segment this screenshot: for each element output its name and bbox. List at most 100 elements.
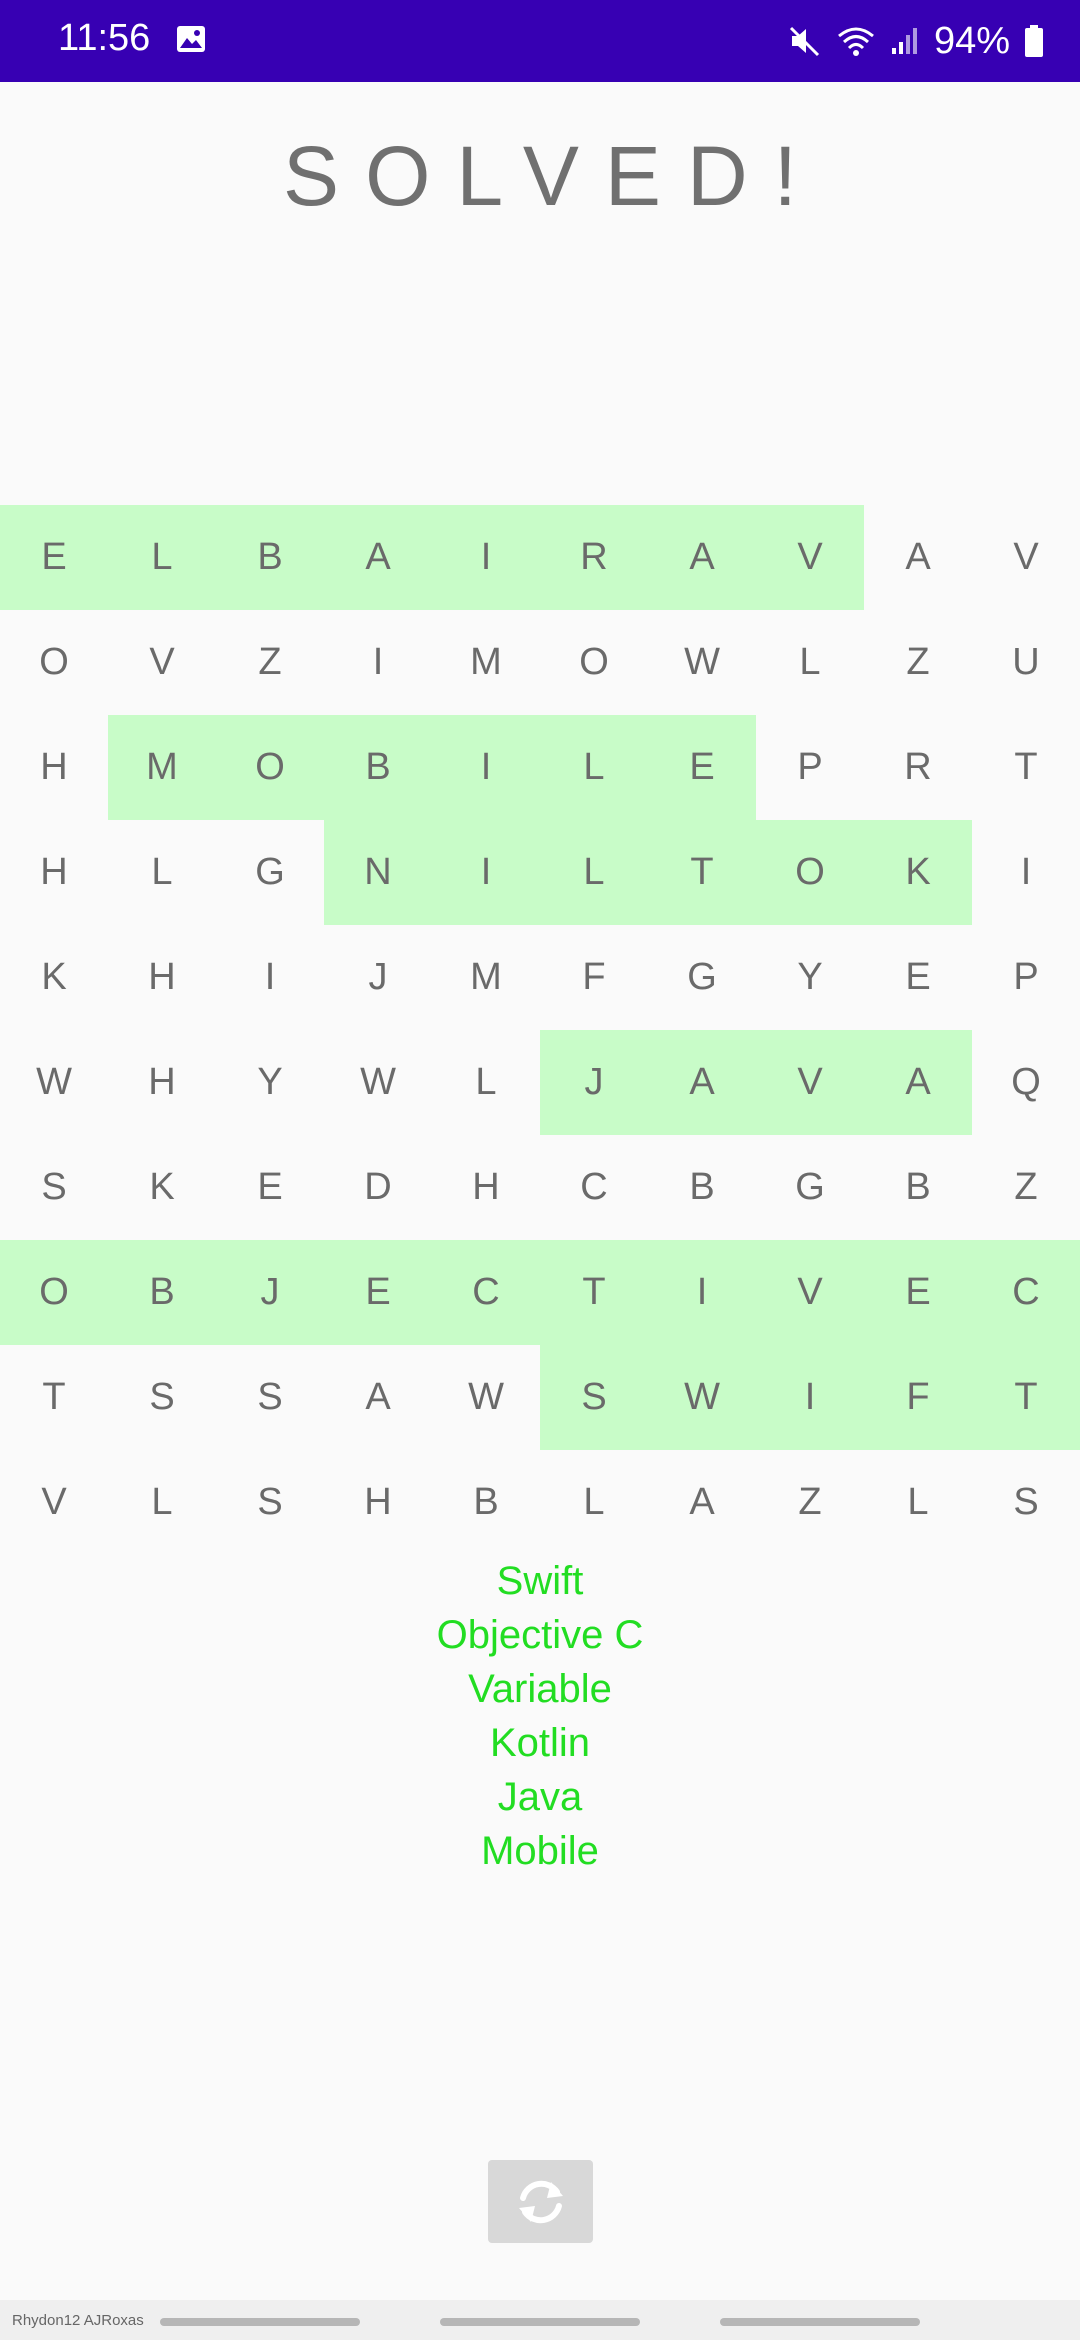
grid-cell[interactable]: L: [108, 1450, 216, 1555]
grid-cell[interactable]: V: [0, 1450, 108, 1555]
refresh-button[interactable]: [488, 2160, 593, 2243]
nav-home-button[interactable]: [440, 2318, 640, 2326]
grid-cell[interactable]: M: [108, 715, 216, 820]
grid-cell[interactable]: F: [540, 925, 648, 1030]
grid-cell[interactable]: P: [972, 925, 1080, 1030]
grid-cell[interactable]: G: [216, 820, 324, 925]
grid-cell[interactable]: K: [0, 925, 108, 1030]
grid-cell[interactable]: E: [864, 1240, 972, 1345]
grid-cell[interactable]: C: [972, 1240, 1080, 1345]
grid-cell[interactable]: O: [756, 820, 864, 925]
grid-cell[interactable]: W: [648, 610, 756, 715]
grid-cell[interactable]: G: [648, 925, 756, 1030]
grid-cell[interactable]: S: [972, 1450, 1080, 1555]
grid-cell[interactable]: E: [0, 505, 108, 610]
grid-cell[interactable]: Y: [216, 1030, 324, 1135]
grid-cell[interactable]: B: [648, 1135, 756, 1240]
grid-cell[interactable]: O: [0, 610, 108, 715]
grid-cell[interactable]: C: [432, 1240, 540, 1345]
grid-cell[interactable]: J: [324, 925, 432, 1030]
grid-cell[interactable]: T: [648, 820, 756, 925]
grid-cell[interactable]: S: [216, 1345, 324, 1450]
grid-cell[interactable]: B: [216, 505, 324, 610]
grid-cell[interactable]: G: [756, 1135, 864, 1240]
grid-cell[interactable]: A: [324, 1345, 432, 1450]
grid-cell[interactable]: A: [864, 505, 972, 610]
grid-cell[interactable]: A: [648, 505, 756, 610]
grid-cell[interactable]: R: [540, 505, 648, 610]
grid-cell[interactable]: V: [756, 505, 864, 610]
grid-cell[interactable]: A: [864, 1030, 972, 1135]
grid-cell[interactable]: Q: [972, 1030, 1080, 1135]
grid-cell[interactable]: I: [216, 925, 324, 1030]
grid-cell[interactable]: M: [432, 925, 540, 1030]
grid-cell[interactable]: A: [648, 1450, 756, 1555]
grid-cell[interactable]: T: [540, 1240, 648, 1345]
grid-cell[interactable]: L: [108, 505, 216, 610]
grid-cell[interactable]: L: [540, 715, 648, 820]
grid-cell[interactable]: S: [0, 1135, 108, 1240]
grid-cell[interactable]: H: [324, 1450, 432, 1555]
grid-cell[interactable]: W: [324, 1030, 432, 1135]
grid-cell[interactable]: I: [756, 1345, 864, 1450]
grid-cell[interactable]: J: [216, 1240, 324, 1345]
grid-cell[interactable]: Y: [756, 925, 864, 1030]
grid-cell[interactable]: O: [216, 715, 324, 820]
grid-cell[interactable]: E: [864, 925, 972, 1030]
grid-cell[interactable]: J: [540, 1030, 648, 1135]
grid-cell[interactable]: N: [324, 820, 432, 925]
grid-cell[interactable]: Z: [756, 1450, 864, 1555]
grid-cell[interactable]: E: [216, 1135, 324, 1240]
grid-cell[interactable]: L: [540, 1450, 648, 1555]
grid-cell[interactable]: E: [648, 715, 756, 820]
grid-cell[interactable]: L: [756, 610, 864, 715]
grid-cell[interactable]: B: [324, 715, 432, 820]
grid-cell[interactable]: L: [108, 820, 216, 925]
nav-recents-button[interactable]: [160, 2318, 360, 2326]
grid-cell[interactable]: L: [540, 820, 648, 925]
grid-cell[interactable]: T: [972, 715, 1080, 820]
grid-cell[interactable]: K: [864, 820, 972, 925]
grid-cell[interactable]: S: [216, 1450, 324, 1555]
grid-cell[interactable]: S: [540, 1345, 648, 1450]
grid-cell[interactable]: O: [540, 610, 648, 715]
nav-back-button[interactable]: [720, 2318, 920, 2326]
grid-cell[interactable]: I: [432, 820, 540, 925]
grid-cell[interactable]: V: [756, 1240, 864, 1345]
grid-cell[interactable]: V: [108, 610, 216, 715]
grid-cell[interactable]: Z: [864, 610, 972, 715]
grid-cell[interactable]: Z: [972, 1135, 1080, 1240]
grid-cell[interactable]: B: [108, 1240, 216, 1345]
grid-cell[interactable]: O: [0, 1240, 108, 1345]
grid-cell[interactable]: C: [540, 1135, 648, 1240]
grid-cell[interactable]: U: [972, 610, 1080, 715]
grid-cell[interactable]: W: [432, 1345, 540, 1450]
grid-cell[interactable]: A: [324, 505, 432, 610]
grid-cell[interactable]: H: [0, 715, 108, 820]
grid-cell[interactable]: I: [972, 820, 1080, 925]
grid-cell[interactable]: M: [432, 610, 540, 715]
grid-cell[interactable]: R: [864, 715, 972, 820]
grid-cell[interactable]: W: [0, 1030, 108, 1135]
grid-cell[interactable]: T: [0, 1345, 108, 1450]
grid-cell[interactable]: B: [432, 1450, 540, 1555]
grid-cell[interactable]: F: [864, 1345, 972, 1450]
grid-cell[interactable]: P: [756, 715, 864, 820]
grid-cell[interactable]: B: [864, 1135, 972, 1240]
grid-cell[interactable]: T: [972, 1345, 1080, 1450]
grid-cell[interactable]: H: [108, 925, 216, 1030]
grid-cell[interactable]: L: [432, 1030, 540, 1135]
grid-cell[interactable]: I: [648, 1240, 756, 1345]
grid-cell[interactable]: S: [108, 1345, 216, 1450]
grid-cell[interactable]: K: [108, 1135, 216, 1240]
grid-cell[interactable]: H: [432, 1135, 540, 1240]
grid-cell[interactable]: V: [756, 1030, 864, 1135]
grid-cell[interactable]: A: [648, 1030, 756, 1135]
grid-cell[interactable]: D: [324, 1135, 432, 1240]
word-search-grid[interactable]: ELBAIRAVAVOVZIMOWLZUHMOBILEPRTHLGNILTOKI…: [0, 505, 1080, 1555]
grid-cell[interactable]: W: [648, 1345, 756, 1450]
grid-cell[interactable]: I: [324, 610, 432, 715]
grid-cell[interactable]: E: [324, 1240, 432, 1345]
grid-cell[interactable]: H: [0, 820, 108, 925]
grid-cell[interactable]: I: [432, 505, 540, 610]
